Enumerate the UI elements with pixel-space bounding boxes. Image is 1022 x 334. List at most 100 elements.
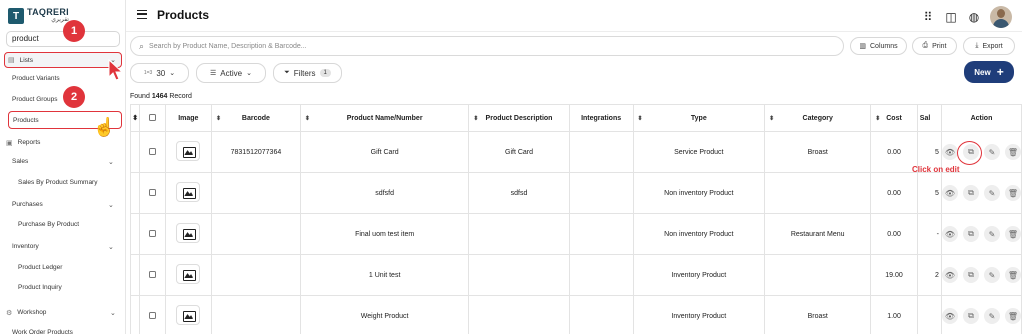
- filter-icon: ⏷: [284, 69, 290, 76]
- table-row[interactable]: Final uom test item Non inventory Product…: [129, 213, 1022, 255]
- product-name-cell: 1 Unit test: [299, 254, 470, 296]
- page-size-select[interactable]: 1=3 30 ⌄: [130, 63, 189, 83]
- export-label: Export: [982, 42, 1003, 50]
- sidebar-item-sales[interactable]: Sales ⌄: [12, 154, 114, 169]
- row-select-cell[interactable]: [139, 172, 166, 214]
- column-header-name[interactable]: ⬍ Product Name/Number: [299, 104, 470, 132]
- row-select-cell[interactable]: [139, 131, 166, 173]
- row-checkbox[interactable]: [149, 229, 156, 237]
- sidebar-item-product-inquiry[interactable]: Product Inquiry: [18, 280, 62, 295]
- step-badge-2: 2: [63, 86, 85, 108]
- delete-icon[interactable]: 🗑: [1004, 226, 1021, 242]
- type-cell: Inventory Product: [632, 254, 766, 296]
- sidebar-item-sales-by-product-summary[interactable]: Sales By Product Summary: [18, 175, 97, 190]
- sort-icon[interactable]: ⬍: [305, 115, 310, 122]
- image-placeholder-icon[interactable]: [176, 305, 201, 325]
- row-checkbox[interactable]: [149, 188, 156, 196]
- sidebar-item-lists[interactable]: ▤ Lists ⌄: [4, 52, 122, 68]
- delete-icon[interactable]: 🗑: [1004, 185, 1021, 201]
- column-header-type[interactable]: ⬍ Type: [632, 104, 766, 132]
- sort-icon[interactable]: ⬍: [473, 115, 478, 122]
- row-select-cell[interactable]: [139, 213, 166, 255]
- row-drag-cell[interactable]: [129, 172, 141, 214]
- table-row[interactable]: 7831512077364 Gift Card Gift Card Service P…: [129, 131, 1022, 173]
- product-search-input[interactable]: ⌕ Search by Product Name, Description & …: [130, 36, 844, 56]
- copy-icon[interactable]: ⧉: [962, 226, 979, 242]
- sidebar-item-product-ledger[interactable]: Product Ledger: [18, 260, 62, 275]
- product-name-cell: Weight Product: [299, 295, 470, 334]
- column-header-sale[interactable]: Sal: [916, 104, 942, 132]
- image-placeholder-icon[interactable]: [176, 141, 201, 161]
- row-checkbox[interactable]: [149, 270, 156, 278]
- columns-label: Columns: [870, 42, 898, 50]
- product-name-cell: sdfsfd: [299, 172, 470, 214]
- sidebar-item-label: Inventory: [12, 243, 39, 250]
- image-placeholder-icon[interactable]: [176, 223, 201, 243]
- reports-icon: ▣: [6, 139, 13, 147]
- edit-icon[interactable]: ✎: [983, 267, 1000, 283]
- header-sort-handle[interactable]: ⬍: [129, 104, 141, 132]
- columns-button[interactable]: ▥ Columns: [850, 37, 907, 55]
- apps-grid-icon[interactable]: ⠿: [921, 10, 935, 24]
- sidebar-item-work-order-products[interactable]: Work Order Products: [12, 325, 73, 334]
- sidebar-item-product-groups[interactable]: Product Groups: [12, 92, 58, 107]
- delete-icon[interactable]: 🗑: [1004, 267, 1021, 283]
- edit-icon[interactable]: ✎: [983, 185, 1000, 201]
- column-header-cost[interactable]: ⬍ Cost: [870, 104, 918, 132]
- row-checkbox[interactable]: [149, 147, 156, 155]
- new-button[interactable]: New +: [964, 61, 1014, 83]
- sale-cell: -: [916, 213, 942, 255]
- menu-icon[interactable]: [137, 10, 147, 19]
- view-icon[interactable]: 👁: [942, 144, 958, 160]
- sidebar-item-purchase-by-product[interactable]: Purchase By Product: [18, 217, 79, 232]
- sort-icon[interactable]: ⬍: [769, 115, 774, 122]
- header-select-all[interactable]: [139, 104, 166, 132]
- table-row[interactable]: 1 Unit test Inventory Product 19.00 2 👁 ⧉ ✎ 🗑: [129, 254, 1022, 296]
- print-button[interactable]: ⎙ Print: [912, 37, 957, 55]
- column-header-category[interactable]: ⬍ Category: [764, 104, 872, 132]
- status-select[interactable]: ☰ Active ⌄: [196, 63, 266, 83]
- copy-icon[interactable]: ⧉: [962, 185, 979, 201]
- export-button[interactable]: ⤓ Export: [963, 37, 1015, 55]
- edit-icon[interactable]: ✎: [983, 226, 1000, 242]
- image-cell: [164, 254, 212, 296]
- sidebar-item-product-variants[interactable]: Product Variants: [12, 71, 60, 86]
- sort-icon[interactable]: ⬍: [216, 115, 221, 122]
- view-icon[interactable]: 👁: [942, 308, 958, 324]
- avatar[interactable]: [990, 6, 1012, 28]
- image-cell: [164, 213, 212, 255]
- copy-icon[interactable]: ⧉: [962, 308, 979, 324]
- table-row[interactable]: Weight Product Inventory Product Broast 1.0…: [129, 295, 1022, 334]
- view-icon[interactable]: 👁: [942, 267, 958, 283]
- delete-icon[interactable]: 🗑: [1004, 308, 1021, 324]
- row-checkbox[interactable]: [149, 311, 156, 319]
- column-header-barcode[interactable]: ⬍ Barcode: [210, 104, 301, 132]
- sidebar-item-reports[interactable]: ▣ Reports: [6, 135, 40, 150]
- layout-icon[interactable]: ◫: [944, 10, 958, 24]
- column-header-description[interactable]: ⬍ Product Description: [468, 104, 570, 132]
- row-drag-cell[interactable]: [129, 295, 141, 334]
- sidebar-item-workshop[interactable]: ⚙ Workshop ⌄: [6, 305, 116, 320]
- row-drag-cell[interactable]: [129, 213, 141, 255]
- image-placeholder-icon[interactable]: [176, 182, 201, 202]
- view-icon[interactable]: 👁: [942, 226, 958, 242]
- image-placeholder-icon[interactable]: [176, 264, 201, 284]
- row-select-cell[interactable]: [139, 254, 166, 296]
- edit-icon[interactable]: ✎: [983, 308, 1000, 324]
- sort-icon[interactable]: ⬍: [638, 115, 643, 122]
- row-drag-cell[interactable]: [129, 254, 141, 296]
- globe-icon[interactable]: ◍: [967, 10, 981, 24]
- sidebar-item-inventory[interactable]: Inventory ⌄: [12, 239, 114, 254]
- edit-icon[interactable]: ✎: [983, 144, 1000, 160]
- sort-icon[interactable]: ⬍: [875, 115, 880, 122]
- delete-icon[interactable]: 🗑: [1004, 144, 1021, 160]
- row-drag-cell[interactable]: [129, 131, 141, 173]
- filters-button[interactable]: ⏷ Filters 1: [273, 63, 342, 83]
- copy-icon[interactable]: ⧉: [962, 267, 979, 283]
- table-row[interactable]: sdfsfd sdfsd Non inventory Product 0.00 5 👁 ⧉ ✎…: [129, 172, 1022, 214]
- sidebar-item-purchases[interactable]: Purchases ⌄: [12, 197, 114, 212]
- row-select-cell[interactable]: [139, 295, 166, 334]
- list-icon: ▤: [8, 57, 15, 64]
- select-all-checkbox[interactable]: [149, 113, 156, 121]
- view-icon[interactable]: 👁: [942, 185, 958, 201]
